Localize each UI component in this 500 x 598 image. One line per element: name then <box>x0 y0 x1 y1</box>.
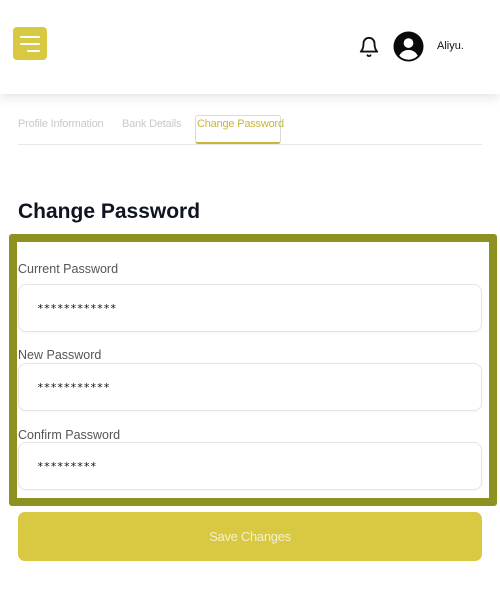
page-title: Change Password <box>18 200 201 223</box>
confirm-password-field[interactable] <box>18 442 482 490</box>
menu-icon[interactable] <box>13 27 47 60</box>
username-label[interactable]: Aliyu. <box>437 40 464 52</box>
new-password-label: New Password <box>18 348 102 362</box>
menu-bar <box>20 36 40 38</box>
current-password-label: Current Password <box>18 262 119 276</box>
save-changes-button[interactable]: Save Changes <box>18 512 482 561</box>
tab-bank-details[interactable]: Bank Details <box>122 118 182 130</box>
menu-bar <box>27 50 40 52</box>
top-header: Aliyu. <box>0 0 500 94</box>
user-avatar-icon[interactable] <box>393 31 424 62</box>
settings-tabs: Profile Information Bank Details Change … <box>18 112 482 145</box>
current-password-field[interactable] <box>18 284 482 332</box>
tab-profile-information[interactable]: Profile Information <box>18 118 104 130</box>
bell-icon[interactable] <box>358 36 380 58</box>
menu-bar <box>20 43 40 45</box>
confirm-password-label: Confirm Password <box>18 428 121 442</box>
new-password-field[interactable] <box>18 363 482 411</box>
tab-change-password[interactable]: Change Password <box>195 115 284 144</box>
